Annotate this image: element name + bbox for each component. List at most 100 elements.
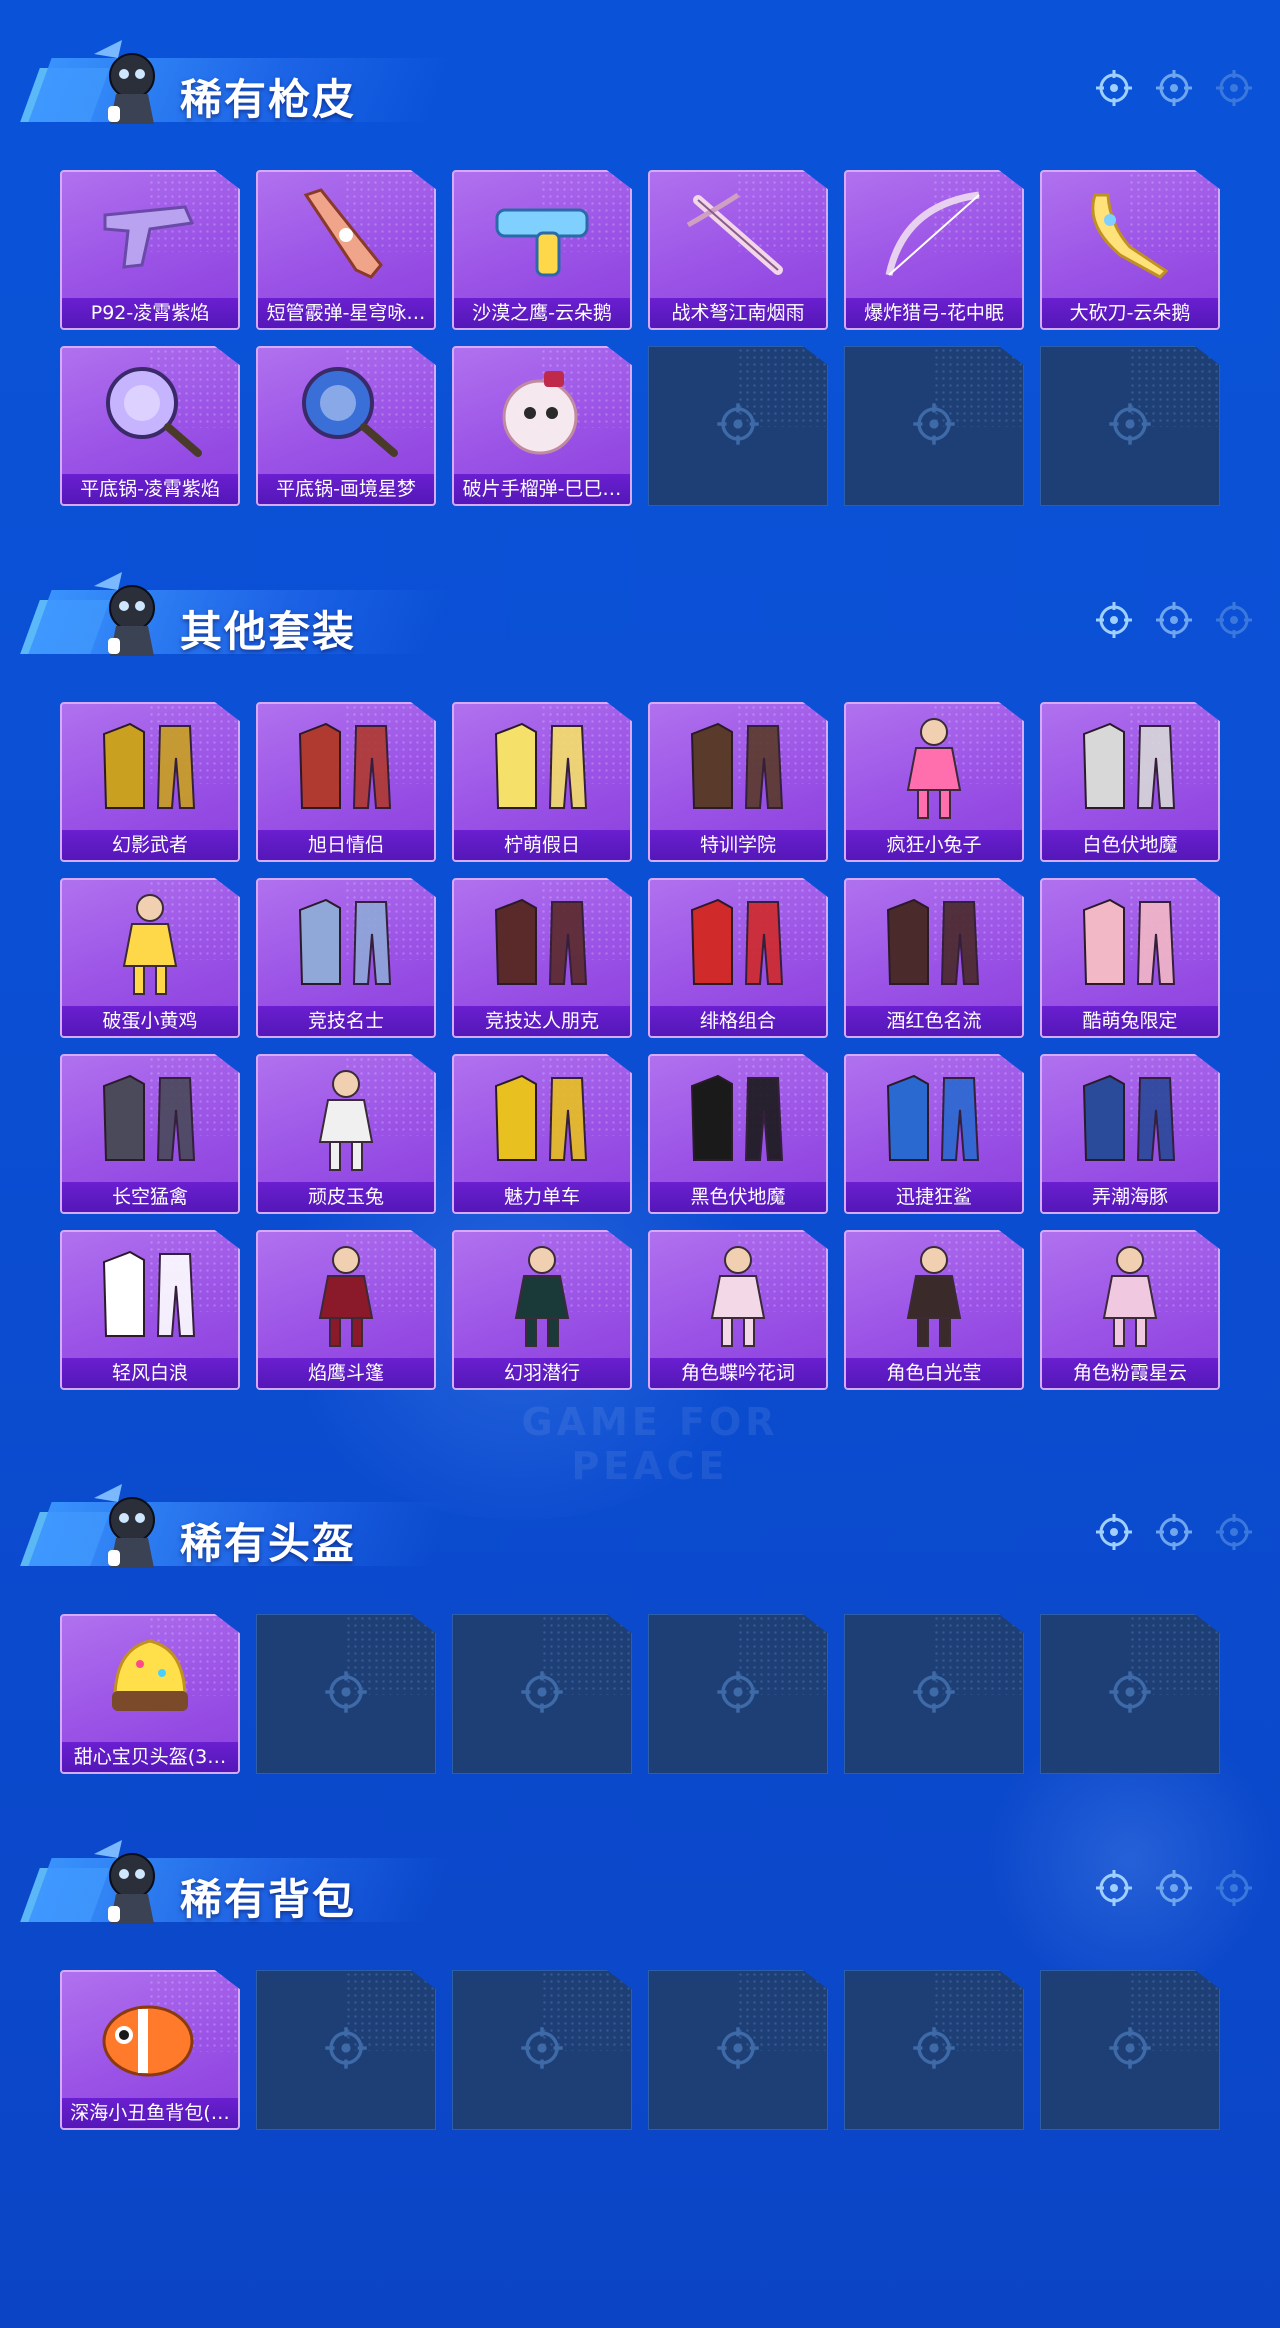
decor-target-icons: [1094, 68, 1254, 108]
target-icon: [911, 2025, 957, 2075]
item-card[interactable]: 迅捷狂鲨: [844, 1054, 1024, 1214]
empty-slot: [1040, 1614, 1220, 1774]
item-card[interactable]: 平底锅-凌霄紫焰: [60, 346, 240, 506]
shotgun-icon: [258, 172, 434, 298]
item-card[interactable]: 大砍刀-云朵鹅: [1040, 170, 1220, 330]
character-icon: [454, 1232, 630, 1358]
item-label: 战术弩江南烟雨: [650, 298, 826, 328]
item-card[interactable]: 焰鹰斗篷: [256, 1230, 436, 1390]
item-card[interactable]: 幻影武者: [60, 702, 240, 862]
section-title: 稀有枪皮: [180, 75, 357, 124]
empty-slot: [648, 1970, 828, 2130]
mascot-icon: [88, 1836, 170, 1932]
item-card[interactable]: 酷萌兔限定: [1040, 878, 1220, 1038]
item-card[interactable]: 长空猛禽: [60, 1054, 240, 1214]
outfit-icon: [1042, 704, 1218, 830]
item-label: 顽皮玉兔: [258, 1182, 434, 1212]
target-icon: [323, 2025, 369, 2075]
section-header: 稀有枪皮: [0, 30, 1280, 140]
item-card[interactable]: 破片手榴弹-巳巳…: [452, 346, 632, 506]
item-card[interactable]: 角色白光莹: [844, 1230, 1024, 1390]
empty-slot: [452, 1614, 632, 1774]
target-icon: [1094, 68, 1134, 108]
item-card[interactable]: 白色伏地魔: [1040, 702, 1220, 862]
item-card[interactable]: 特训学院: [648, 702, 828, 862]
empty-slot: [648, 346, 828, 506]
empty-slot: [1040, 346, 1220, 506]
item-card[interactable]: 爆炸猎弓-花中眠: [844, 170, 1024, 330]
target-icon: [1094, 600, 1134, 640]
character-icon: [62, 880, 238, 1006]
item-label: 特训学院: [650, 830, 826, 860]
empty-slot: [844, 1614, 1024, 1774]
empty-slot: [1040, 1970, 1220, 2130]
item-label: 柠萌假日: [454, 830, 630, 860]
item-card[interactable]: 深海小丑鱼背包(…: [60, 1970, 240, 2130]
item-label: 短管霰弹-星穹咏…: [258, 298, 434, 328]
item-label: 竞技名士: [258, 1006, 434, 1036]
item-card[interactable]: 角色蝶吟花词: [648, 1230, 828, 1390]
item-card[interactable]: 酒红色名流: [844, 878, 1024, 1038]
section-3: 稀有头盔 甜心宝贝头盔(3…: [0, 1474, 1280, 1774]
crossbow-icon: [650, 172, 826, 298]
item-card[interactable]: 角色粉霞星云: [1040, 1230, 1220, 1390]
item-card[interactable]: 轻风白浪: [60, 1230, 240, 1390]
item-card[interactable]: 顽皮玉兔: [256, 1054, 436, 1214]
item-card[interactable]: P92-凌霄紫焰: [60, 170, 240, 330]
item-label: P92-凌霄紫焰: [62, 298, 238, 328]
item-card[interactable]: 弄潮海豚: [1040, 1054, 1220, 1214]
section-4: 稀有背包 深海小丑鱼背包(…: [0, 1830, 1280, 2130]
item-card[interactable]: 黑色伏地魔: [648, 1054, 828, 1214]
item-label: 轻风白浪: [62, 1358, 238, 1388]
item-card[interactable]: 沙漠之鹰-云朵鹅: [452, 170, 632, 330]
target-icon: [1214, 1868, 1254, 1908]
item-label: 白色伏地魔: [1042, 830, 1218, 860]
target-icon: [1154, 1868, 1194, 1908]
item-card[interactable]: 甜心宝贝头盔(3…: [60, 1614, 240, 1774]
item-card[interactable]: 幻羽潜行: [452, 1230, 632, 1390]
character-icon: [258, 1056, 434, 1182]
item-label: 平底锅-画境星梦: [258, 474, 434, 504]
target-icon: [1214, 1512, 1254, 1552]
decor-target-icons: [1094, 1512, 1254, 1552]
item-label: 绯格组合: [650, 1006, 826, 1036]
item-label: 深海小丑鱼背包(…: [62, 2098, 238, 2128]
outfit-icon: [258, 704, 434, 830]
item-label: 大砍刀-云朵鹅: [1042, 298, 1218, 328]
item-label: 破蛋小黄鸡: [62, 1006, 238, 1036]
target-icon: [519, 2025, 565, 2075]
item-label: 竞技达人朋克: [454, 1006, 630, 1036]
empty-slot: [648, 1614, 828, 1774]
item-card[interactable]: 平底锅-画境星梦: [256, 346, 436, 506]
item-card[interactable]: 竞技名士: [256, 878, 436, 1038]
item-card[interactable]: 疯狂小兔子: [844, 702, 1024, 862]
item-card[interactable]: 破蛋小黄鸡: [60, 878, 240, 1038]
target-icon: [323, 1669, 369, 1719]
character-icon: [258, 1232, 434, 1358]
outfit-icon: [650, 1056, 826, 1182]
item-card[interactable]: 绯格组合: [648, 878, 828, 1038]
section-title: 稀有头盔: [180, 1519, 357, 1568]
target-icon: [1214, 600, 1254, 640]
outfit-icon: [62, 1056, 238, 1182]
item-card[interactable]: 柠萌假日: [452, 702, 632, 862]
outfit-icon: [454, 1056, 630, 1182]
character-icon: [650, 1232, 826, 1358]
target-icon: [1107, 1669, 1153, 1719]
mascot-icon: [88, 36, 170, 132]
target-icon: [911, 401, 957, 451]
item-card[interactable]: 战术弩江南烟雨: [648, 170, 828, 330]
empty-slot: [844, 1970, 1024, 2130]
helmet-icon: [62, 1616, 238, 1742]
outfit-icon: [846, 1056, 1022, 1182]
item-label: 幻影武者: [62, 830, 238, 860]
item-card[interactable]: 魅力单车: [452, 1054, 632, 1214]
target-icon: [715, 2025, 761, 2075]
item-label: 疯狂小兔子: [846, 830, 1022, 860]
item-card[interactable]: 短管霰弹-星穹咏…: [256, 170, 436, 330]
item-card[interactable]: 旭日情侣: [256, 702, 436, 862]
item-label: 酒红色名流: [846, 1006, 1022, 1036]
target-icon: [1154, 68, 1194, 108]
character-icon: [846, 704, 1022, 830]
item-card[interactable]: 竞技达人朋克: [452, 878, 632, 1038]
